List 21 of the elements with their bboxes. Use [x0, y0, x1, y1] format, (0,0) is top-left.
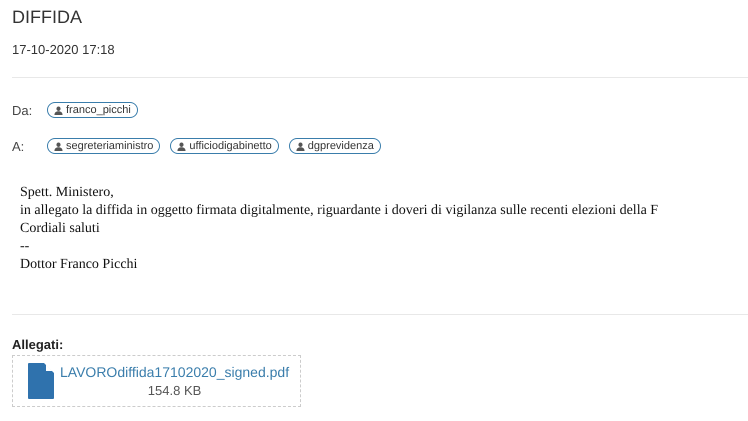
from-label: Da:	[12, 102, 34, 118]
body-text-line: Spett. Ministero,	[20, 184, 114, 202]
recipient-chip[interactable]: franco_picchi	[47, 102, 138, 118]
attachments-label: Allegati:	[12, 337, 64, 352]
person-icon	[54, 142, 63, 150]
file-size: 154.8 KB	[148, 383, 202, 398]
body-text-line: --	[20, 238, 30, 256]
recipient-chip[interactable]: dgprevidenza	[288, 138, 381, 154]
to-label: A:	[12, 138, 26, 154]
recipient-chip[interactable]: segreteriaministro	[47, 138, 160, 154]
person-icon	[296, 142, 305, 150]
person-icon	[54, 106, 63, 114]
attachment-link[interactable]: LAVOROdiffida17102020_signed.pdf	[60, 364, 290, 380]
body-text-line: Cordiali saluti	[20, 220, 100, 238]
person-icon	[177, 142, 186, 150]
file-icon	[28, 363, 54, 399]
recipient-chip[interactable]: ufficiodigabinetto	[170, 138, 279, 154]
body-text-line: Dottor Franco Picchi	[20, 256, 138, 274]
email-date: 17-10-2020 17:18	[12, 42, 116, 57]
email-subject: DIFFIDA	[12, 6, 83, 28]
body-text-line: in allegato la diffida in oggetto firmata digitalmente, riguardante i doveri di vigilanza sulle recenti elezioni della F	[20, 202, 658, 220]
